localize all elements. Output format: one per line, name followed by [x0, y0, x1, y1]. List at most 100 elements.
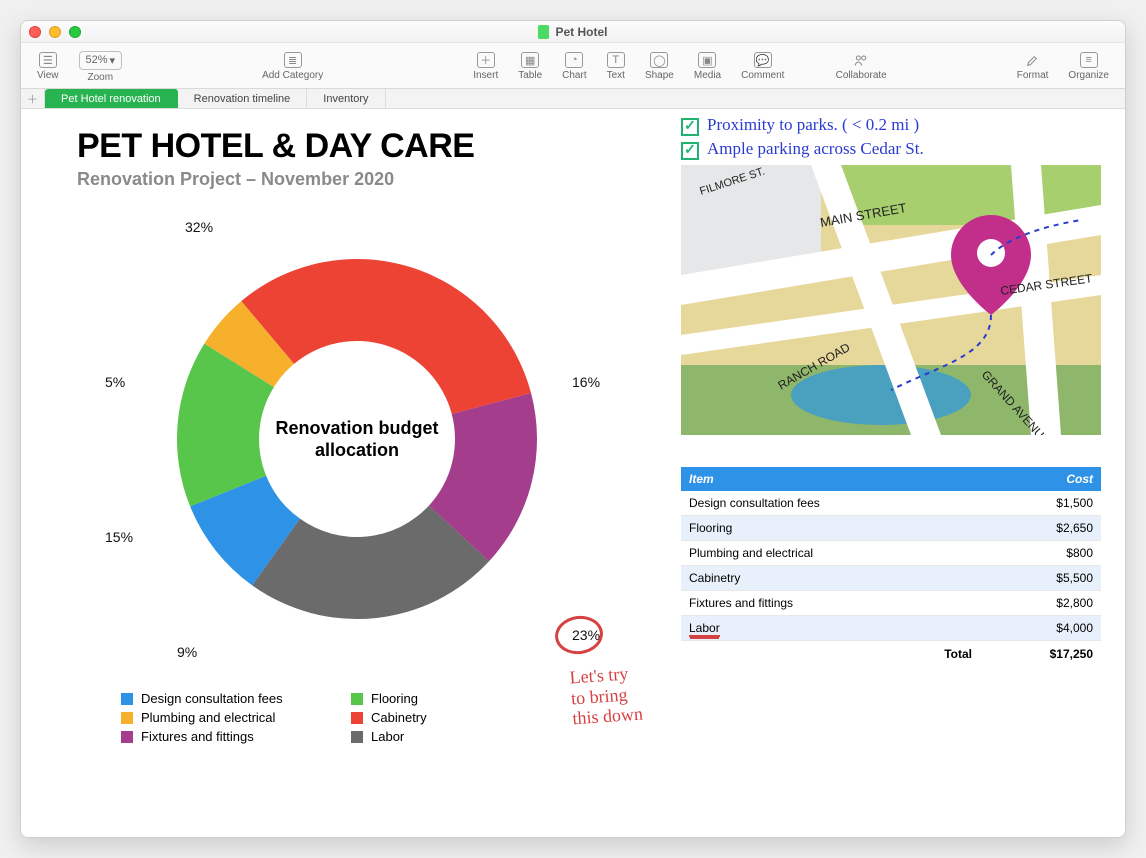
table-row[interactable]: Design consultation fees$1,500	[681, 491, 1101, 516]
total-value: $17,250	[980, 641, 1101, 668]
collaborate-button[interactable]: Collaborate	[826, 48, 897, 83]
table-button[interactable]: ▦ Table	[508, 48, 552, 83]
shape-button[interactable]: ◯ Shape	[635, 48, 684, 83]
cell-item: Design consultation fees	[681, 491, 980, 516]
rows-icon: ☰	[43, 54, 53, 67]
pct-design: 9%	[177, 644, 197, 660]
collaborate-label: Collaborate	[836, 70, 887, 81]
cell-cost: $800	[980, 541, 1101, 566]
checkmark-icon: ✓	[681, 118, 699, 136]
annotation-check-1: ✓Proximity to parks. ( < 0.2 mi )	[681, 115, 919, 136]
legend-item: Cabinetry	[351, 710, 531, 725]
checkmark-icon: ✓	[681, 142, 699, 160]
organize-button[interactable]: ≡ Organize	[1058, 48, 1119, 83]
legend-swatch	[121, 731, 133, 743]
table-row[interactable]: Plumbing and electrical$800	[681, 541, 1101, 566]
legend-label: Cabinetry	[371, 710, 427, 725]
sheet-tab[interactable]: Renovation timeline	[178, 89, 308, 108]
media-button[interactable]: ▣ Media	[684, 48, 731, 83]
col-cost: Cost	[980, 467, 1101, 491]
legend-swatch	[351, 731, 363, 743]
window-title: Pet Hotel	[555, 25, 607, 39]
sheet-tab[interactable]: Inventory	[307, 89, 385, 108]
annotation-red-note: Let's try to bring this down	[569, 663, 644, 730]
shape-icon: ◯	[653, 54, 665, 67]
text-button[interactable]: T Text	[597, 48, 635, 83]
legend-item: Fixtures and fittings	[121, 729, 341, 744]
chart-label: Chart	[562, 70, 586, 81]
cell-cost: $5,500	[980, 566, 1101, 591]
zoom-value: 52%	[86, 54, 108, 66]
chart-legend: Design consultation fees Flooring Plumbing…	[121, 691, 531, 744]
pct-flooring: 15%	[105, 529, 133, 545]
format-label: Format	[1017, 70, 1049, 81]
spreadsheet-canvas[interactable]: PET HOTEL & DAY CARE Renovation Project …	[21, 109, 1125, 837]
add-category-label: Add Category	[262, 70, 323, 81]
donut-svg	[77, 199, 637, 679]
add-category-button[interactable]: ≣ Add Category	[252, 48, 333, 83]
table-row[interactable]: Labor$4,000	[681, 616, 1101, 641]
chart-button[interactable]: ◔ Chart	[552, 48, 596, 83]
titlebar: Pet Hotel	[21, 21, 1125, 43]
legend-swatch	[351, 693, 363, 705]
view-button[interactable]: ☰ View	[27, 47, 69, 85]
close-window-button[interactable]	[29, 26, 41, 38]
cell-item: Cabinetry	[681, 566, 980, 591]
col-item: Item	[681, 467, 980, 491]
comment-button[interactable]: 💬 Comment	[731, 48, 794, 83]
paintbrush-icon	[1024, 52, 1042, 68]
media-label: Media	[694, 70, 721, 81]
shape-label: Shape	[645, 70, 674, 81]
table-header-row: Item Cost	[681, 467, 1101, 491]
insert-label: Insert	[473, 70, 498, 81]
pct-fixtures: 16%	[572, 374, 600, 390]
cell-item: Plumbing and electrical	[681, 541, 980, 566]
page-title: PET HOTEL & DAY CARE	[77, 127, 474, 166]
text-icon: T	[612, 54, 619, 66]
legend-label: Plumbing and electrical	[141, 710, 275, 725]
legend-item: Flooring	[351, 691, 531, 706]
zoom-control[interactable]: 52%▾ Zoom	[69, 47, 133, 85]
app-window: Pet Hotel ☰ View 52%▾ Zoom ≣ Add Categor…	[20, 20, 1126, 838]
cost-table[interactable]: Item Cost Design consultation fees$1,500…	[681, 467, 1101, 667]
legend-item: Plumbing and electrical	[121, 710, 341, 725]
add-sheet-button[interactable]: ＋	[21, 89, 45, 108]
annotation-check-2-text: Ample parking across Cedar St.	[707, 139, 924, 158]
media-icon: ▣	[702, 54, 712, 67]
donut-slice	[241, 259, 531, 414]
table-row[interactable]: Flooring$2,650	[681, 516, 1101, 541]
document-icon	[538, 25, 549, 39]
table-row[interactable]: Fixtures and fittings$2,800	[681, 591, 1101, 616]
legend-label: Design consultation fees	[141, 691, 283, 706]
cell-cost: $2,650	[980, 516, 1101, 541]
legend-item: Labor	[351, 729, 531, 744]
cell-cost: $2,800	[980, 591, 1101, 616]
table-label: Table	[518, 70, 542, 81]
annotation-check-2: ✓ Ample parking across Cedar St.	[681, 139, 924, 160]
format-button[interactable]: Format	[1007, 48, 1059, 83]
collaborate-icon	[852, 52, 870, 68]
donut-chart[interactable]: Renovation budget allocation 32% 5% 15% …	[77, 199, 637, 679]
insert-button[interactable]: ＋ Insert	[463, 48, 508, 83]
table-icon: ▦	[525, 54, 535, 67]
plus-icon: ＋	[480, 52, 491, 68]
pct-plumbing: 5%	[105, 374, 125, 390]
map-illustration: FILMORE ST. MAIN STREET CEDAR STREET RAN…	[681, 165, 1101, 435]
legend-label: Flooring	[371, 691, 418, 706]
comment-label: Comment	[741, 70, 784, 81]
text-label: Text	[607, 70, 625, 81]
organize-label: Organize	[1068, 70, 1109, 81]
minimize-window-button[interactable]	[49, 26, 61, 38]
list-icon: ≣	[288, 54, 297, 67]
zoom-window-button[interactable]	[69, 26, 81, 38]
total-label: Total	[681, 641, 980, 668]
table-row[interactable]: Cabinetry$5,500	[681, 566, 1101, 591]
legend-label: Labor	[371, 729, 404, 744]
page-subtitle: Renovation Project – November 2020	[77, 169, 394, 190]
cell-cost: $4,000	[980, 616, 1101, 641]
sheet-tab[interactable]: Pet Hotel renovation	[45, 89, 178, 108]
zoom-label: Zoom	[88, 72, 114, 83]
toolbar: ☰ View 52%▾ Zoom ≣ Add Category ＋ Insert…	[21, 43, 1125, 89]
table-total-row: Total $17,250	[681, 641, 1101, 668]
pct-cabinetry: 32%	[185, 219, 213, 235]
